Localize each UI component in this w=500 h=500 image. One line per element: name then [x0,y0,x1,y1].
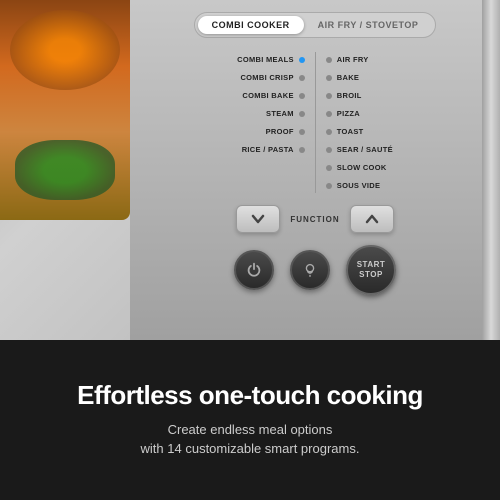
food-image [0,0,130,220]
bottom-section: Effortless one-touch cooking Create endl… [0,340,500,500]
function-label: FUNCTION [290,215,339,224]
power-button[interactable] [234,250,274,290]
appliance-image: COMBI COOKER AIR FRY / STOVETOP COMBI ME… [0,0,500,340]
dot [299,93,305,99]
light-button[interactable] [290,250,330,290]
function-down-button[interactable] [236,205,280,233]
proof-label: PROOF [266,127,294,136]
menu-divider [315,52,316,193]
pizza-label: PIZZA [337,109,360,118]
dot [326,111,332,117]
list-item[interactable]: TOAST [326,124,393,139]
list-item[interactable]: STEAM [237,106,305,121]
combi-bake-label: COMBI BAKE [242,91,293,100]
active-dot [299,57,305,63]
list-item[interactable]: SLOW COOK [326,160,393,175]
mode-tab-bar: COMBI COOKER AIR FRY / STOVETOP [194,12,437,38]
dot [326,147,332,153]
combi-crisp-label: COMBI CRISP [240,73,293,82]
slow-cook-label: SLOW COOK [337,163,387,172]
toast-label: TOAST [337,127,364,136]
list-item[interactable]: PIZZA [326,106,393,121]
sous-vide-label: SOUS VIDE [337,181,381,190]
chevron-up-icon [365,212,379,226]
dot [299,111,305,117]
dot [326,129,332,135]
list-item[interactable]: PROOF [237,124,305,139]
function-up-button[interactable] [350,205,394,233]
sub-text: Create endless meal options with 14 cust… [141,420,360,459]
list-item[interactable]: COMBI CRISP [237,70,305,85]
list-item[interactable]: BROIL [326,88,393,103]
dot [326,57,332,63]
function-row: FUNCTION [236,205,393,233]
air-fry-label: AIR FRY [337,55,369,64]
broil-label: BROIL [337,91,362,100]
list-item[interactable]: SOUS VIDE [326,178,393,193]
control-row: STARTSTOP [234,245,396,295]
combi-cooker-tab[interactable]: COMBI COOKER [198,16,304,34]
rice-pasta-label: RICE / PASTA [242,145,294,154]
right-menu-col: AIR FRY BAKE BROIL PIZZA TOAST [326,52,393,193]
list-item[interactable]: AIR FRY [326,52,393,67]
main-heading: Effortless one-touch cooking [77,381,423,410]
sear-saute-label: SEAR / SAUTÉ [337,145,393,154]
steam-label: STEAM [266,109,294,118]
chevron-down-icon [251,212,265,226]
start-stop-button[interactable]: STARTSTOP [346,245,396,295]
dot [326,165,332,171]
air-fry-tab[interactable]: AIR FRY / STOVETOP [304,16,433,34]
dot [299,75,305,81]
light-icon [301,261,319,279]
control-panel: COMBI COOKER AIR FRY / STOVETOP COMBI ME… [130,0,500,340]
list-item[interactable]: SEAR / SAUTÉ [326,142,393,157]
dot [326,75,332,81]
dot [299,129,305,135]
right-strip [482,0,500,340]
dot [326,93,332,99]
dot [326,183,332,189]
list-item[interactable]: BAKE [326,70,393,85]
left-menu-col: COMBI MEALS COMBI CRISP COMBI BAKE STEAM… [237,52,305,193]
menu-area: COMBI MEALS COMBI CRISP COMBI BAKE STEAM… [140,52,490,193]
list-item[interactable]: COMBI BAKE [237,88,305,103]
list-item[interactable]: COMBI MEALS [237,52,305,67]
power-icon [245,261,263,279]
dot [299,147,305,153]
bake-label: BAKE [337,73,359,82]
list-item[interactable]: RICE / PASTA [237,142,305,157]
combi-meals-label: COMBI MEALS [237,55,294,64]
start-stop-label: STARTSTOP [357,260,386,279]
